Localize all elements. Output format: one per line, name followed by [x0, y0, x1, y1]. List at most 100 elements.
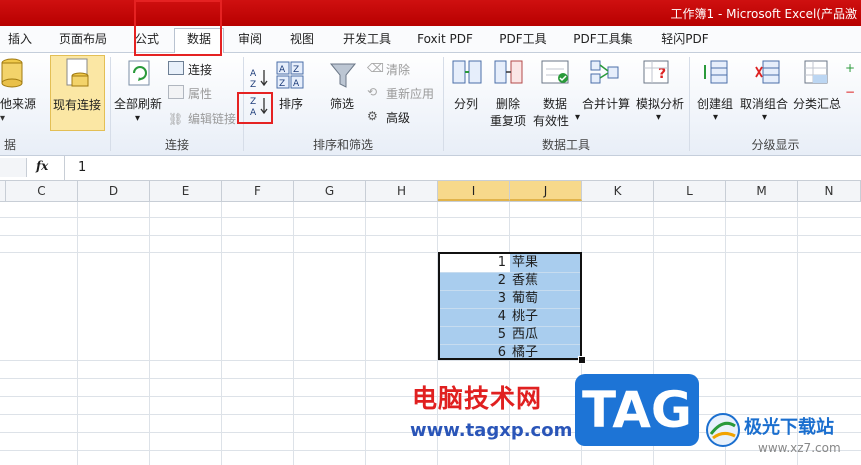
text-to-columns-button[interactable]: 分列: [454, 95, 478, 112]
existing-connections-button[interactable]: 现有连接: [50, 55, 105, 131]
subtotal-button[interactable]: 分类汇总: [793, 95, 841, 112]
highlight-data-tab: [134, 0, 222, 56]
hide-detail-icon[interactable]: −: [845, 85, 855, 99]
reapply-button[interactable]: 重新应用: [386, 85, 434, 102]
what-if-analysis-button[interactable]: 模拟分析: [636, 95, 684, 112]
ungroup-button[interactable]: 取消组合: [740, 95, 788, 112]
group-button[interactable]: 创建组: [697, 95, 733, 112]
formula-bar: fx 1: [0, 156, 861, 181]
cell-number[interactable]: 1: [440, 254, 509, 272]
tab-insert[interactable]: 插入: [2, 29, 38, 50]
ribbon: 他来源 ▾ 现有连接 据 全部刷新 ▾ 连接 属性 ⛓ 编辑链接 连接 A Z …: [0, 53, 861, 156]
connections-button[interactable]: 连接: [188, 61, 212, 78]
column-header-c[interactable]: C: [6, 181, 78, 201]
svg-text:A: A: [279, 65, 286, 75]
cell-text[interactable]: 香蕉: [512, 272, 578, 290]
cell-number[interactable]: 4: [440, 308, 509, 326]
watermark-site-name: 电脑技术网: [412, 384, 543, 413]
consolidate-button[interactable]: 合并计算: [582, 95, 630, 112]
formula-input[interactable]: 1: [78, 160, 86, 175]
remove-duplicates-button[interactable]: 删除: [496, 95, 520, 112]
column-header-h[interactable]: H: [366, 181, 438, 201]
group-sort-filter-label: 排序和筛选: [312, 138, 373, 152]
tab-developer[interactable]: 开发工具: [336, 29, 398, 50]
gridline: [221, 202, 222, 465]
tag-logo: TAG: [575, 374, 699, 446]
advanced-button[interactable]: 高级: [386, 109, 410, 126]
table-row[interactable]: 5 西瓜: [440, 326, 580, 345]
cell-text[interactable]: 桃子: [512, 308, 578, 326]
formula-divider: [64, 156, 65, 180]
selected-range[interactable]: 1 苹果 2 香蕉 3 葡萄 4 桃子 5 西瓜 6 橘子: [438, 252, 582, 360]
gridline: [0, 252, 861, 253]
edit-links-button[interactable]: 编辑链接: [188, 110, 236, 127]
remove-duplicates-label: 重复项: [490, 114, 527, 128]
cell-number[interactable]: 2: [440, 272, 509, 290]
name-box[interactable]: [0, 158, 27, 177]
column-header-l[interactable]: L: [654, 181, 726, 201]
cell-number[interactable]: 5: [440, 326, 509, 344]
table-row[interactable]: 4 桃子: [440, 308, 580, 327]
text-to-columns-icon: [452, 60, 482, 84]
cell-text[interactable]: 西瓜: [512, 326, 578, 344]
table-row[interactable]: 3 葡萄: [440, 290, 580, 309]
subtotal-icon: [804, 60, 828, 84]
dropdown-arrow-icon: ▾: [0, 113, 6, 124]
properties-button[interactable]: 属性: [188, 85, 212, 102]
fill-handle[interactable]: [578, 356, 586, 364]
reapply-icon: ⟲: [367, 85, 378, 99]
column-header-d[interactable]: D: [78, 181, 150, 201]
column-headers: C D E F G H I J K L M N: [0, 181, 861, 202]
tab-foxit-pdf[interactable]: Foxit PDF: [412, 29, 478, 50]
group-data-tools-label: 数据工具: [541, 138, 590, 152]
dropdown-arrow-icon: ▾: [575, 112, 581, 123]
fx-icon[interactable]: fx: [36, 159, 54, 177]
data-validation-icon: [541, 60, 569, 84]
properties-icon: [168, 85, 184, 99]
gridline: [0, 360, 861, 361]
data-validation-button[interactable]: 数据: [543, 95, 567, 112]
column-header-k[interactable]: K: [582, 181, 654, 201]
tab-page-layout[interactable]: 页面布局: [52, 29, 114, 50]
svg-text:Z: Z: [293, 65, 299, 75]
column-header-e[interactable]: E: [150, 181, 222, 201]
edit-links-icon: ⛓: [168, 112, 184, 126]
from-other-sources-button[interactable]: 他来源: [0, 95, 36, 112]
dropdown-arrow-icon: ▾: [762, 112, 768, 123]
tab-light-pdf[interactable]: 轻闪PDF: [652, 29, 718, 50]
column-header-g[interactable]: G: [294, 181, 366, 201]
cell-number[interactable]: 3: [440, 290, 509, 308]
column-header-j[interactable]: J: [510, 181, 582, 201]
tab-pdf-toolset[interactable]: PDF工具集: [568, 29, 638, 50]
filter-button[interactable]: 筛选: [330, 95, 354, 112]
advanced-filter-icon: ⚙: [367, 109, 378, 123]
tab-pdf-tools[interactable]: PDF工具: [492, 29, 554, 50]
cell-text[interactable]: 葡萄: [512, 290, 578, 308]
column-header-f[interactable]: F: [222, 181, 294, 201]
refresh-all-icon: [128, 60, 150, 86]
column-header-m[interactable]: M: [726, 181, 798, 201]
watermark-site-url: www.tagxp.com: [410, 420, 573, 441]
dropdown-arrow-icon: ▾: [713, 112, 719, 123]
table-row[interactable]: 6 橘子: [440, 344, 580, 362]
cell-text[interactable]: 苹果: [512, 254, 578, 272]
cell-text[interactable]: 橘子: [512, 344, 578, 362]
table-row[interactable]: 1 苹果: [440, 254, 580, 273]
column-header-i[interactable]: I: [438, 181, 510, 201]
tab-view[interactable]: 视图: [284, 29, 320, 50]
sort-button[interactable]: 排序: [279, 95, 303, 112]
gridline: [0, 450, 861, 451]
show-detail-icon[interactable]: +: [845, 61, 855, 75]
refresh-all-button[interactable]: 全部刷新: [114, 95, 162, 112]
column-header-n[interactable]: N: [798, 181, 861, 201]
tab-review[interactable]: 审阅: [232, 29, 268, 50]
clear-button[interactable]: 清除: [386, 61, 410, 78]
cell-number[interactable]: 6: [440, 344, 509, 362]
table-row[interactable]: 2 香蕉: [440, 272, 580, 291]
group-outline-label: 分级显示: [751, 138, 800, 152]
existing-connections-label: 现有连接: [53, 98, 102, 112]
sort-ascending-icon: A Z: [250, 69, 268, 89]
svg-text:Z: Z: [279, 79, 285, 89]
data-validation-label: 有效性: [533, 114, 570, 128]
gridline: [293, 202, 294, 465]
